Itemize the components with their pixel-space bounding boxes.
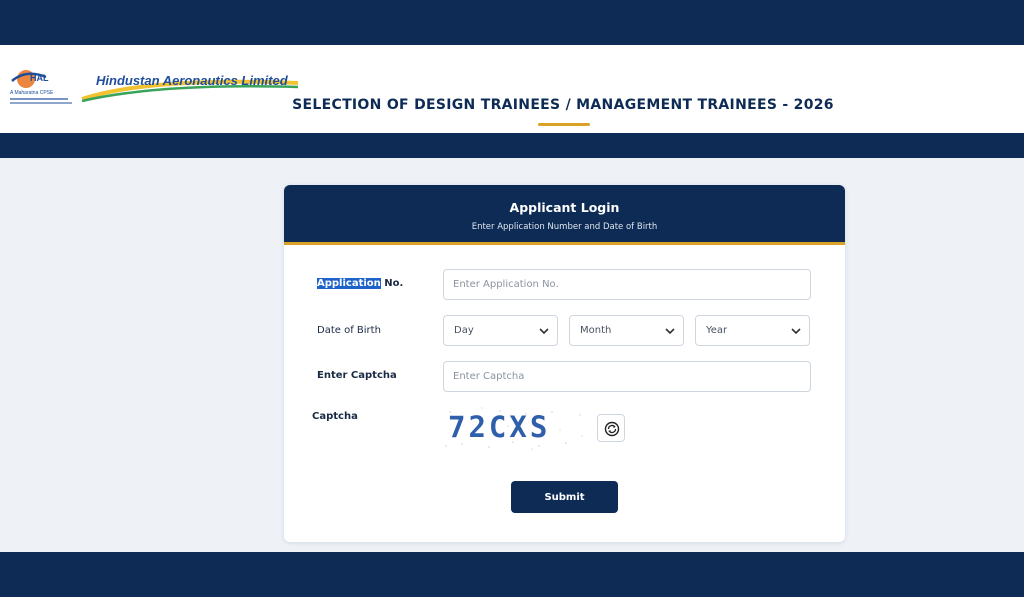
wordmark-text: Hindustan Aeronautics Limited [96, 73, 288, 88]
application-no-label: Application No. [317, 278, 403, 289]
dob-month-value: Month [580, 325, 612, 336]
application-no-label-rest: No. [380, 278, 404, 289]
login-card-header: Applicant Login Enter Application Number… [284, 185, 845, 245]
hal-wordmark-logo: Hindustan Aeronautics Limited [80, 69, 302, 105]
application-no-input[interactable] [443, 269, 811, 300]
login-subtitle: Enter Application Number and Date of Bir… [471, 222, 658, 232]
login-title: Applicant Login [509, 200, 620, 215]
captcha-label: Captcha [312, 411, 358, 422]
chevron-down-icon [539, 328, 549, 335]
top-band [0, 0, 1024, 45]
selected-text: Application [317, 278, 381, 289]
captcha-text: 72CXS [448, 410, 551, 444]
dob-year-value: Year [706, 325, 728, 336]
svg-text:A Maharatna CPSE: A Maharatna CPSE [10, 90, 54, 96]
svg-text:HAL: HAL [30, 73, 49, 83]
hal-emblem-logo: HAL A Maharatna CPSE [6, 67, 76, 107]
chevron-down-icon [791, 328, 801, 335]
bottom-band [0, 552, 1024, 597]
captcha-input[interactable] [443, 361, 811, 392]
login-card: Applicant Login Enter Application Number… [284, 185, 845, 542]
dob-day-select[interactable]: Day [443, 315, 558, 346]
site-header: HAL A Maharatna CPSE Hindustan Aeronauti… [0, 45, 1024, 133]
title-underline [538, 123, 590, 126]
dob-label: Date of Birth [317, 325, 381, 336]
captcha-image: 72CXS [442, 406, 588, 451]
dob-month-select[interactable]: Month [569, 315, 684, 346]
chevron-down-icon [665, 328, 675, 335]
refresh-captcha-button[interactable] [597, 414, 625, 442]
dob-year-select[interactable]: Year [695, 315, 810, 346]
refresh-icon [604, 421, 620, 437]
page-title: SELECTION OF DESIGN TRAINEES / MANAGEMEN… [292, 97, 834, 113]
sub-band [0, 133, 1024, 158]
enter-captcha-label: Enter Captcha [317, 370, 397, 381]
submit-button[interactable]: Submit [511, 481, 618, 513]
dob-day-value: Day [454, 325, 474, 336]
